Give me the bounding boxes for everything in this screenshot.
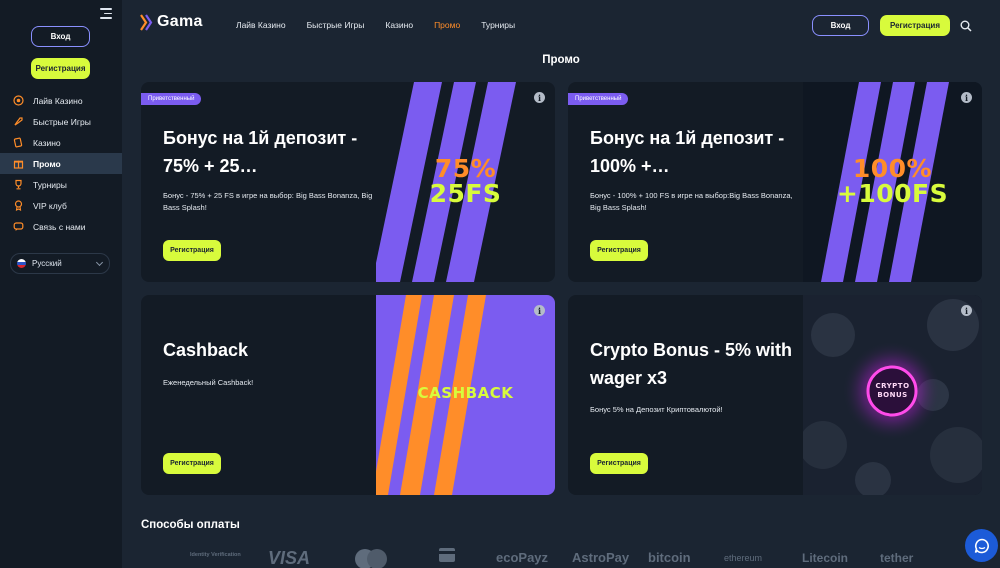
sidebar-login-button[interactable]: Вход	[31, 26, 90, 47]
chat-bubble-icon	[974, 538, 989, 553]
support-chat-button[interactable]	[965, 529, 998, 562]
sidebar-item-live-casino[interactable]: Лайв Казино	[0, 90, 122, 111]
nav-tournaments[interactable]: Турниры	[481, 20, 515, 30]
payments-title: Способы оплаты	[141, 519, 240, 531]
sidebar-nav: Лайв Казино Быстрые Игры Казино Промо Ту…	[0, 90, 122, 237]
live-casino-icon	[13, 95, 24, 106]
tether-logo: tether	[880, 551, 914, 565]
promo-register-button[interactable]: Регистрация	[163, 240, 221, 261]
promo-title: Crypto Bonus - 5% with wager x3	[590, 340, 792, 388]
info-icon[interactable]: i	[534, 305, 545, 316]
search-icon[interactable]	[960, 20, 972, 32]
sidebar-item-label: Связь с нами	[33, 221, 86, 232]
litecoin-logo: Litecoin	[802, 551, 849, 565]
logo-text: Gama	[157, 13, 203, 30]
sidebar-item-promo[interactable]: Промо	[0, 153, 122, 174]
sidebar-item-label: Быстрые Игры	[33, 116, 91, 127]
identity-verification-logo: Identity Verification	[190, 552, 241, 558]
sidebar-item-contact[interactable]: Связь с нами	[0, 216, 122, 237]
sidebar-item-casino[interactable]: Казино	[0, 132, 122, 153]
info-icon[interactable]: i	[961, 305, 972, 316]
sidebar: Вход Регистрация Лайв Казино Быстрые Игр…	[0, 0, 122, 568]
nav-casino[interactable]: Казино	[385, 20, 413, 30]
gift-icon	[13, 158, 24, 169]
vip-medal-icon	[13, 200, 24, 211]
chevron-down-icon	[95, 258, 104, 267]
mastercard-logo	[352, 548, 390, 568]
promo-art-line2: 25FS	[429, 179, 502, 208]
promo-card: CRYPTO BONUS i Crypto Bonus - 5% with wa…	[568, 295, 982, 495]
promo-description: Бонус - 100% + 100 FS в игре на выбор:Bi…	[590, 191, 793, 212]
nav-live-casino[interactable]: Лайв Казино	[236, 20, 286, 30]
sidebar-item-fast-games[interactable]: Быстрые Игры	[0, 111, 122, 132]
logo[interactable]: Gama	[140, 13, 203, 31]
sidebar-item-tournaments[interactable]: Турниры	[0, 174, 122, 195]
page-title: Промо	[542, 54, 580, 66]
bitcoin-logo: bitcoin	[648, 550, 691, 565]
promo-title: Бонус на 1й депозит - 100% +…	[590, 128, 785, 176]
promo-art: 75% 25FS	[376, 82, 555, 282]
promo-art: CASHBACK	[376, 295, 555, 495]
nav-fast-games[interactable]: Быстрые Игры	[307, 20, 365, 30]
register-button[interactable]: Регистрация	[880, 15, 950, 36]
mastercard-icon	[355, 549, 387, 568]
promo-title: Cashback	[163, 340, 249, 360]
promo-register-button[interactable]: Регистрация	[590, 453, 648, 474]
login-button[interactable]: Вход	[812, 15, 869, 36]
promo-art-line2: BONUS	[877, 391, 908, 399]
sidebar-item-label: Лайв Казино	[33, 95, 83, 106]
menu-icon[interactable]	[100, 8, 112, 20]
astropay-logo: AstroPay	[572, 550, 630, 565]
nav-promo[interactable]: Промо	[434, 20, 460, 30]
bank-card-icon	[439, 548, 455, 562]
promo-description: Еженедельный Cashback!	[163, 378, 254, 387]
russia-flag-icon	[17, 259, 26, 268]
promo-register-button[interactable]: Регистрация	[590, 240, 648, 261]
promo-art-line2: +100FS	[836, 179, 949, 208]
promo-card: CASHBACK i Cashback Еженедельный Cashbac…	[141, 295, 555, 495]
top-nav: Лайв Казино Быстрые Игры Казино Промо Ту…	[236, 20, 515, 30]
chat-icon	[13, 221, 24, 232]
welcome-badge: Приветственный	[568, 93, 629, 105]
promo-card: 75% 25FS Приветственный i Бонус на 1й де…	[141, 82, 555, 282]
promo-description: Бонус - 75% + 25 FS в игре на выбор: Big…	[163, 191, 373, 212]
casino-card-icon	[13, 137, 24, 148]
sidebar-register-button[interactable]: Регистрация	[31, 58, 90, 79]
sidebar-item-label: Промо	[33, 158, 61, 169]
top-header: Gama Лайв Казино Быстрые Игры Казино Про…	[122, 0, 1000, 52]
promo-register-button[interactable]: Регистрация	[163, 453, 221, 474]
sidebar-item-label: Турниры	[33, 179, 67, 190]
bank-logo	[438, 546, 456, 568]
promo-card: 100% +100FS Приветственный i Бонус на 1й…	[568, 82, 982, 282]
info-icon[interactable]: i	[961, 92, 972, 103]
promo-art: 100% +100FS	[803, 82, 982, 282]
payment-methods: Identity Verification VISA ecoPayz Astro…	[190, 546, 940, 568]
promo-description: Бонус 5% на Депозит Криптовалютой!	[590, 405, 723, 414]
promo-art: CRYPTO BONUS	[803, 295, 982, 495]
welcome-badge: Приветственный	[141, 93, 202, 105]
ecopayz-logo: ecoPayz	[496, 550, 549, 565]
promo-art-line1: CRYPTO	[875, 382, 910, 390]
promo-title: Бонус на 1й депозит - 75% + 25…	[163, 128, 358, 176]
promo-art-line1: CASHBACK	[417, 384, 514, 402]
logo-mark-icon	[140, 13, 153, 31]
language-label: Русский	[32, 259, 62, 268]
rocket-icon	[13, 116, 24, 127]
trophy-icon	[13, 179, 24, 190]
language-select[interactable]: Русский	[10, 253, 110, 274]
ethereum-logo: ethereum	[724, 553, 763, 563]
sidebar-item-label: VIP клуб	[33, 200, 67, 211]
info-icon[interactable]: i	[534, 92, 545, 103]
visa-logo: VISA	[268, 548, 311, 568]
sidebar-item-label: Казино	[33, 137, 61, 148]
sidebar-item-vip[interactable]: VIP клуб	[0, 195, 122, 216]
